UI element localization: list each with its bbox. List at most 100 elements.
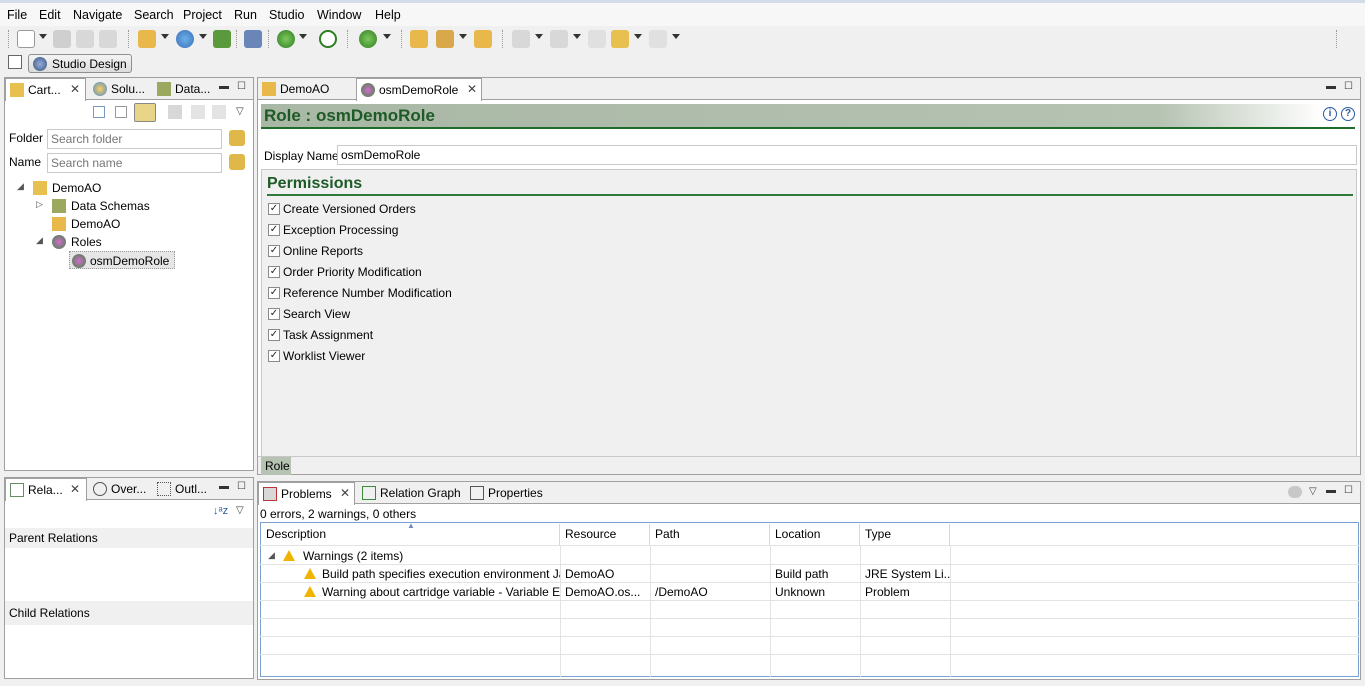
globe-icon[interactable] <box>176 30 194 48</box>
column-location[interactable]: Location <box>770 524 860 545</box>
tab-problems[interactable]: Problems ✕ <box>258 482 355 505</box>
save-all-icon[interactable] <box>76 30 94 48</box>
tab-overview[interactable]: Over... <box>89 478 151 500</box>
menu-search[interactable]: Search <box>134 8 174 22</box>
open-folder-icon[interactable] <box>410 30 428 48</box>
tab-properties[interactable]: Properties <box>466 482 550 504</box>
minimize-icon[interactable]: ▬ <box>219 81 229 92</box>
globe-dropdown-arrow[interactable] <box>199 34 207 39</box>
close-icon[interactable]: ✕ <box>467 82 477 96</box>
help-icon[interactable]: ? <box>1341 107 1355 121</box>
run-dropdown-arrow[interactable] <box>299 34 307 39</box>
next-annotation-icon[interactable] <box>512 30 530 48</box>
view-menu-icon[interactable]: ▽ <box>236 505 244 516</box>
checkbox-checked[interactable]: ✓ <box>268 287 280 299</box>
deploy-icon[interactable] <box>244 30 262 48</box>
maximize-icon[interactable]: ☐ <box>237 481 246 492</box>
tree-item-osmdemorole[interactable]: osmDemoRole <box>69 251 175 269</box>
expand-arrow-icon[interactable]: ◢ <box>268 550 275 561</box>
checkbox-checked[interactable]: ✓ <box>268 224 280 236</box>
tab-data[interactable]: Data... <box>153 78 215 100</box>
perspective-studio-design[interactable]: Studio Design <box>28 54 132 73</box>
new-dropdown-arrow[interactable] <box>39 34 47 39</box>
menu-navigate[interactable]: Navigate <box>73 8 122 22</box>
new-project-dropdown-arrow[interactable] <box>161 34 169 39</box>
forward-dropdown-arrow[interactable] <box>672 34 680 39</box>
menu-run[interactable]: Run <box>234 8 257 22</box>
new-project-icon[interactable] <box>138 30 156 48</box>
wand-dropdown-arrow[interactable] <box>459 34 467 39</box>
column-description[interactable]: Description ▲ <box>261 521 560 545</box>
tab-osmdemorole[interactable]: osmDemoRole ✕ <box>356 78 482 101</box>
checkbox-checked[interactable]: ✓ <box>268 266 280 278</box>
menu-window[interactable]: Window <box>317 8 361 22</box>
filter-icon[interactable] <box>1288 486 1302 498</box>
checkbox-checked[interactable]: ✓ <box>268 308 280 320</box>
tab-solution[interactable]: Solu... <box>89 78 151 100</box>
debug-icon[interactable] <box>359 30 377 48</box>
view-menu-icon[interactable]: ▽ <box>1309 486 1317 497</box>
checkbox-checked[interactable]: ✓ <box>268 203 280 215</box>
tab-cartridge[interactable]: Cart... ✕ <box>5 78 86 101</box>
tab-relation-graph[interactable]: Relation Graph <box>358 482 464 504</box>
menu-file[interactable]: File <box>7 8 27 22</box>
collapse-all-icon[interactable] <box>93 106 105 118</box>
sort-az-icon[interactable]: ↓ᵃz <box>213 505 228 517</box>
open-perspective-icon[interactable] <box>8 55 22 69</box>
tab-demoao[interactable]: DemoAO <box>258 78 353 100</box>
info-icon[interactable]: i <box>1323 107 1337 121</box>
run-step-icon[interactable] <box>213 30 231 48</box>
warnings-group-row[interactable]: ◢ Warnings (2 items) <box>265 547 560 565</box>
new-icon[interactable] <box>17 30 35 48</box>
maximize-icon[interactable]: ☐ <box>1344 485 1353 496</box>
menu-edit[interactable]: Edit <box>39 8 61 22</box>
back-icon[interactable] <box>611 30 629 48</box>
grid-icon[interactable] <box>115 106 127 118</box>
open-type-icon[interactable] <box>474 30 492 48</box>
search-name-input[interactable]: Search name <box>47 153 222 173</box>
checkbox-checked[interactable]: ✓ <box>268 350 280 362</box>
tree-item-roles[interactable]: ◢ Roles <box>36 233 236 251</box>
print-icon[interactable] <box>99 30 117 48</box>
search-folder-input[interactable]: Search folder <box>47 129 222 149</box>
column-type[interactable]: Type <box>860 524 950 545</box>
next-annotation-dropdown-arrow[interactable] <box>535 34 543 39</box>
display-name-input[interactable]: osmDemoRole <box>337 145 1357 165</box>
column-resource[interactable]: Resource <box>560 524 650 545</box>
expand-arrow-icon[interactable]: ◢ <box>17 181 24 192</box>
table-row[interactable]: Warning about cartridge variable - Varia… <box>300 583 560 601</box>
maximize-icon[interactable]: ☐ <box>237 81 246 92</box>
tab-outline[interactable]: Outl... <box>153 478 215 500</box>
tree-item-demoao[interactable]: DemoAO <box>36 215 236 233</box>
prev-annotation-dropdown-arrow[interactable] <box>573 34 581 39</box>
forward-icon[interactable] <box>649 30 667 48</box>
last-edit-icon[interactable] <box>588 30 606 48</box>
wand-icon[interactable] <box>436 30 454 48</box>
close-icon[interactable]: ✕ <box>70 482 80 496</box>
checkbox-checked[interactable]: ✓ <box>268 329 280 341</box>
menu-studio[interactable]: Studio <box>269 8 304 22</box>
maximize-icon[interactable]: ☐ <box>1344 81 1353 92</box>
home-icon[interactable] <box>168 105 182 119</box>
link-editor-icon[interactable] <box>134 103 156 122</box>
checkbox-checked[interactable]: ✓ <box>268 245 280 257</box>
back-nav-icon[interactable] <box>191 105 205 119</box>
view-menu-icon[interactable]: ▽ <box>236 106 244 117</box>
minimize-icon[interactable]: ▬ <box>219 481 229 492</box>
prev-annotation-icon[interactable] <box>550 30 568 48</box>
tab-role[interactable]: Role <box>261 457 291 475</box>
table-row[interactable]: Build path specifies execution environme… <box>300 565 560 583</box>
column-path[interactable]: Path <box>650 524 770 545</box>
save-icon[interactable] <box>53 30 71 48</box>
menu-help[interactable]: Help <box>375 8 401 22</box>
minimize-icon[interactable]: ▬ <box>1326 485 1336 496</box>
forward-nav-icon[interactable] <box>212 105 226 119</box>
search-name-icon[interactable] <box>229 154 245 170</box>
collapsed-arrow-icon[interactable]: ▷ <box>36 199 43 210</box>
debug-dropdown-arrow[interactable] <box>383 34 391 39</box>
refresh-icon[interactable] <box>319 30 337 48</box>
menu-project[interactable]: Project <box>183 8 222 22</box>
close-icon[interactable]: ✕ <box>340 486 350 500</box>
tree-item-data-schemas[interactable]: ▷ Data Schemas <box>36 197 236 215</box>
tab-relations[interactable]: Rela... ✕ <box>5 478 87 501</box>
